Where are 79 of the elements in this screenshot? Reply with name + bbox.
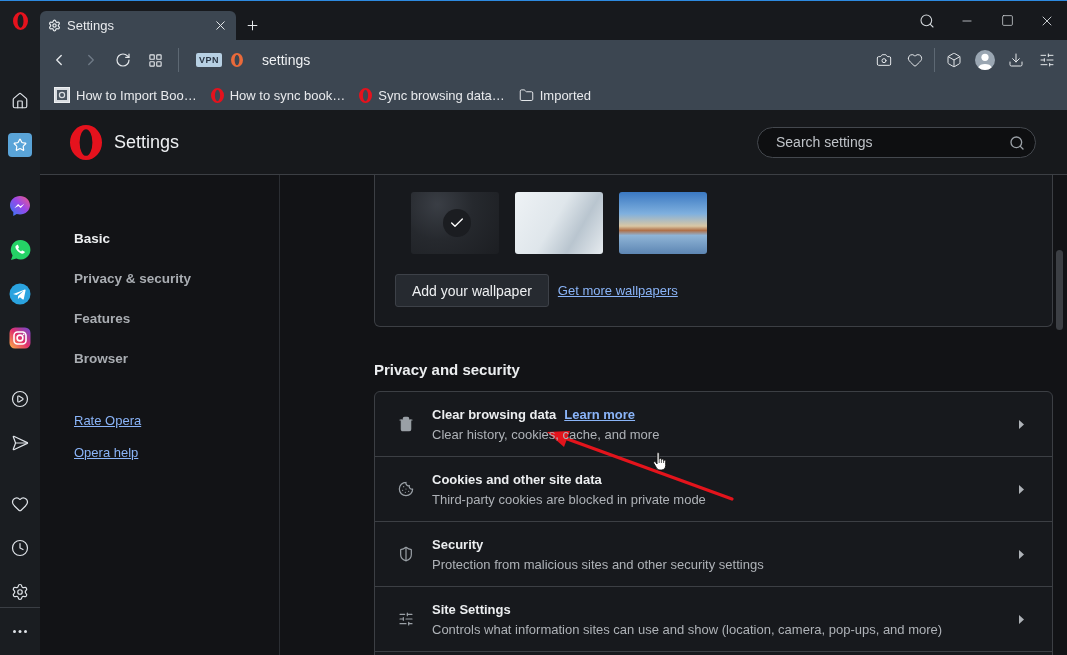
grid-icon[interactable]	[147, 52, 163, 68]
caret-icon	[1019, 549, 1024, 559]
download-icon[interactable]	[1008, 52, 1024, 68]
sliders-icon	[398, 611, 414, 627]
send-icon	[11, 434, 29, 452]
learn-more-link[interactable]: Learn more	[564, 406, 636, 422]
folder-icon	[518, 87, 534, 103]
caret-icon	[1019, 419, 1024, 429]
page-title: Settings	[114, 131, 180, 153]
sidebar-button[interactable]	[8, 326, 32, 350]
sidebar-button[interactable]	[8, 194, 32, 218]
bookmark-item[interactable]: Sync browsing data…	[359, 87, 505, 103]
search-field[interactable]: Search settings	[757, 126, 1036, 158]
sidebar-button[interactable]	[8, 282, 32, 306]
address-field[interactable]: settings	[262, 52, 311, 68]
heart-icon[interactable]	[907, 52, 923, 68]
wallpaper-thumbnail[interactable]	[619, 192, 707, 254]
avatar-icon[interactable]	[975, 50, 995, 70]
row-description: Protection from malicious sites and other security settings	[432, 556, 764, 572]
row-description: Controls what information sites can use and show (location, camera, pop-ups, and more)	[432, 621, 943, 637]
caret-icon	[1019, 484, 1024, 494]
row-title: Clear browsing data	[432, 406, 557, 422]
vpn-badge[interactable]: VPN	[196, 53, 222, 67]
settings-row[interactable]: Security Protection from malicious sites and other security settings	[375, 522, 1052, 587]
scrollbar-thumb[interactable]	[1056, 250, 1063, 330]
caret-icon	[1019, 614, 1024, 624]
wallpapers-link[interactable]: Get more wallpapers	[557, 283, 678, 298]
settings-row[interactable]: Site Settings Controls what information sites can use and show (location, camera, pop-ups, and more)	[375, 587, 1052, 652]
logo-icon	[210, 87, 224, 103]
nav-item[interactable]: Basic	[74, 218, 111, 258]
paper-plane-icon	[9, 283, 31, 305]
cube-icon[interactable]	[946, 52, 962, 68]
row-title: Cookies and other site data	[432, 471, 602, 487]
row-title: Security	[432, 536, 484, 552]
wallpaper-thumbnail[interactable]	[515, 192, 603, 254]
logo-icon	[70, 124, 102, 160]
phone-bubble-icon	[9, 239, 31, 261]
row-title: Site Settings	[432, 601, 511, 617]
nav-item[interactable]: Privacy & security	[74, 258, 192, 298]
home-icon	[11, 92, 29, 110]
camera-icon[interactable]	[876, 52, 892, 68]
heart-icon	[11, 495, 29, 513]
trash-icon	[398, 416, 414, 432]
add-wallpaper-button[interactable]: Add your wallpaper	[395, 274, 549, 307]
logo-icon	[231, 53, 243, 67]
wallpaper-thumbnail[interactable]	[411, 192, 499, 254]
bookmark-item[interactable]: Imported	[518, 87, 592, 103]
nav-link[interactable]: Rate Opera	[74, 404, 142, 436]
camera-icon	[9, 327, 31, 349]
search-icon[interactable]	[919, 12, 935, 29]
clock-icon	[11, 539, 29, 557]
play-icon	[11, 390, 29, 408]
shield-icon	[398, 546, 414, 562]
row-description: Third-party cookies are blocked in private mode	[432, 491, 706, 507]
reload-icon[interactable]	[115, 52, 131, 68]
star-icon	[13, 138, 27, 152]
logo-icon	[359, 87, 373, 103]
sidebar-button[interactable]	[8, 238, 32, 262]
nav-item[interactable]: Browser	[74, 338, 129, 378]
section-heading: Privacy and security	[374, 360, 521, 380]
bookmark-item[interactable]: How to sync book…	[210, 87, 346, 103]
search-icon	[1009, 134, 1025, 151]
cookie-icon	[398, 481, 414, 497]
bookmark-item[interactable]: How to Import Boo…	[54, 87, 197, 103]
nav-link[interactable]: Opera help	[74, 436, 139, 468]
logo-icon[interactable]	[12, 11, 28, 30]
maximize-icon[interactable]	[1000, 14, 1014, 27]
settings-icon	[11, 583, 29, 601]
browser-tab[interactable]: Settings	[40, 11, 236, 40]
page-thumbnail-icon	[54, 87, 70, 103]
gear-icon	[48, 19, 61, 32]
more-icon	[13, 630, 27, 633]
nav-item[interactable]: Features	[74, 298, 131, 338]
chat-bubble-icon	[9, 195, 31, 217]
hand-cursor-icon	[653, 452, 667, 471]
check-icon	[443, 209, 471, 237]
sliders-icon[interactable]	[1039, 52, 1055, 68]
plus-icon[interactable]	[245, 18, 260, 33]
close-icon[interactable]	[213, 18, 228, 33]
